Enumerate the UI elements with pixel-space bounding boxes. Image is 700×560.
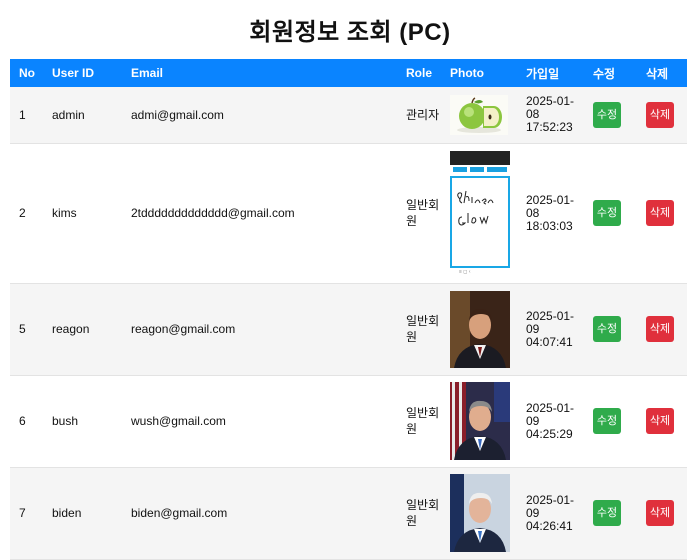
- col-header-user-id: User ID: [52, 66, 95, 80]
- row-photo-cell: [441, 375, 517, 468]
- members-table: No User ID Email Role Photo 가입일 수정 삭제 1 …: [10, 59, 687, 560]
- svg-text:≡ ◻ ‹: ≡ ◻ ‹: [459, 269, 471, 275]
- row-edit-cell: 수정: [584, 143, 637, 284]
- row-photo-cell: [441, 283, 517, 376]
- table-row: 2 kims 2tddddddddddddd@gmail.com 일반회원 ≡ …: [10, 143, 687, 284]
- delete-button[interactable]: 삭제: [646, 101, 674, 128]
- row-role: 관리자: [397, 87, 441, 144]
- row-user-id: reagon: [43, 283, 122, 376]
- row-role: 일반회원: [397, 375, 441, 468]
- delete-button[interactable]: 삭제: [646, 500, 674, 526]
- edit-button[interactable]: 수정: [593, 200, 621, 226]
- row-email: admi@gmail.com: [122, 87, 397, 144]
- row-email: biden@gmail.com: [122, 467, 397, 560]
- row-no: 1: [10, 87, 43, 144]
- row-join-date: 2025-01-09 04:07:41: [517, 283, 584, 376]
- row-email: 2tddddddddddddd@gmail.com: [122, 143, 397, 284]
- row-delete-cell: 삭제: [637, 375, 687, 468]
- col-header-delete: 삭제: [646, 66, 669, 81]
- portrait-photo: [450, 382, 510, 460]
- row-edit-cell: 수정: [584, 283, 637, 376]
- table-row: 1 admin admi@gmail.com 관리자 2025-01-08 17…: [10, 87, 687, 144]
- row-edit-cell: 수정: [584, 375, 637, 468]
- col-header-join-date: 가입일: [526, 66, 560, 81]
- table-row: 6 bush wush@gmail.com 일반회원 2025-01-09 04…: [10, 375, 687, 468]
- row-delete-cell: 삭제: [637, 467, 687, 560]
- page-title: 회원정보 조회 (PC): [249, 19, 451, 46]
- edit-button[interactable]: 수정: [593, 500, 621, 526]
- col-header-edit: 수정: [593, 66, 616, 81]
- row-no: 2: [10, 143, 43, 284]
- row-join-date: 2025-01-08 18:03:03: [517, 143, 584, 284]
- row-user-id: admin: [43, 87, 122, 144]
- portrait-photo: [450, 290, 510, 368]
- row-no: 6: [10, 375, 43, 468]
- portrait-photo: [450, 474, 510, 552]
- edit-button[interactable]: 수정: [593, 101, 621, 128]
- row-user-id: biden: [43, 467, 122, 560]
- table-row: 7 biden biden@gmail.com 일반회원 2025-01-09 …: [10, 467, 687, 560]
- row-join-date: 2025-01-09 04:25:29: [517, 375, 584, 468]
- row-delete-cell: 삭제: [637, 143, 687, 284]
- delete-button[interactable]: 삭제: [646, 408, 674, 434]
- row-user-id: kims: [43, 143, 122, 284]
- row-photo-cell: [441, 467, 517, 560]
- row-role: 일반회원: [397, 283, 441, 376]
- table-row: 5 reagon reagon@gmail.com 일반회원 2025-01-0…: [10, 283, 687, 376]
- delete-button[interactable]: 삭제: [646, 316, 674, 342]
- row-role: 일반회원: [397, 143, 441, 284]
- edit-button[interactable]: 수정: [593, 408, 621, 434]
- handwriting-app-screenshot: ≡ ◻ ‹: [450, 151, 510, 275]
- row-email: reagon@gmail.com: [122, 283, 397, 376]
- col-header-role: Role: [406, 66, 433, 80]
- row-no: 7: [10, 467, 43, 560]
- row-photo-cell: [441, 87, 517, 144]
- edit-button[interactable]: 수정: [593, 316, 621, 342]
- row-edit-cell: 수정: [584, 467, 637, 560]
- row-no: 5: [10, 283, 43, 376]
- row-photo-cell: ≡ ◻ ‹: [441, 143, 517, 284]
- row-join-date: 2025-01-08 17:52:23: [517, 87, 584, 144]
- row-join-date: 2025-01-09 04:26:41: [517, 467, 584, 560]
- row-role: 일반회원: [397, 467, 441, 560]
- row-edit-cell: 수정: [584, 87, 637, 144]
- col-header-no: No: [19, 66, 35, 80]
- col-header-photo: Photo: [450, 66, 484, 80]
- col-header-email: Email: [131, 66, 164, 80]
- row-delete-cell: 삭제: [637, 283, 687, 376]
- green-apple-photo: [450, 94, 508, 135]
- table-header-row: No User ID Email Role Photo 가입일 수정 삭제: [10, 59, 687, 87]
- row-email: wush@gmail.com: [122, 375, 397, 468]
- row-user-id: bush: [43, 375, 122, 468]
- row-delete-cell: 삭제: [637, 87, 687, 144]
- delete-button[interactable]: 삭제: [646, 200, 674, 226]
